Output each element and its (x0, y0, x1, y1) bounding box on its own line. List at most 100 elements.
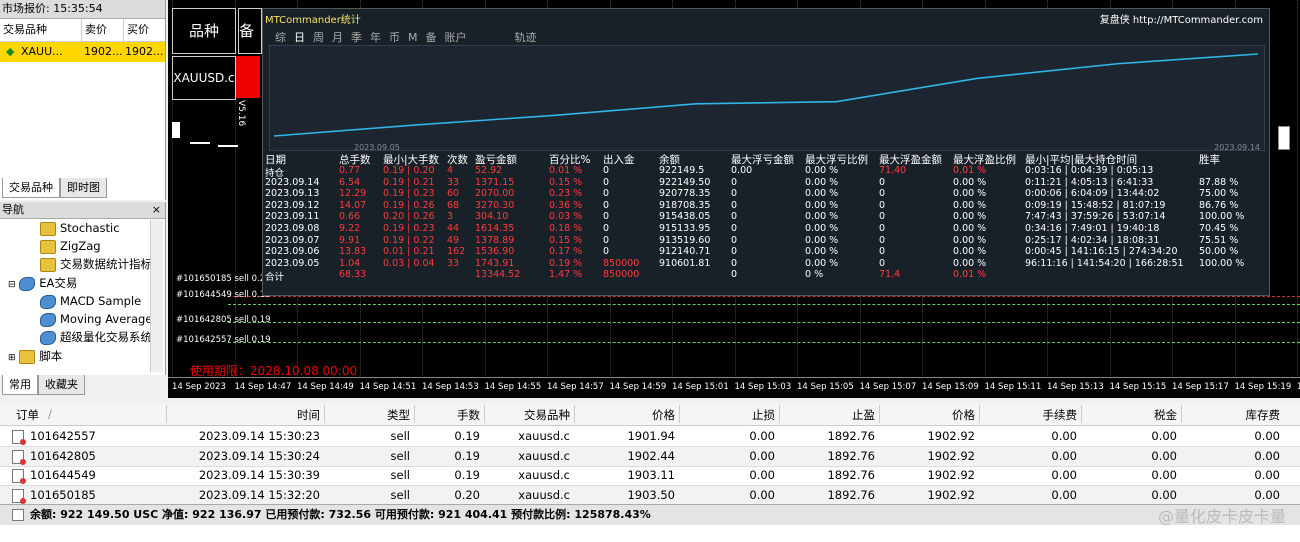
navigator-scrollbar[interactable] (150, 220, 163, 372)
ea-icon (40, 330, 56, 345)
market-watch-tabs: 交易品种 即时图 (0, 178, 165, 198)
nav-item-scripts-folder[interactable]: ⊞ 脚本 (8, 347, 62, 365)
orders-col-2[interactable]: 类型 (387, 407, 410, 423)
time-tick: 14 Sep 14:51 (359, 382, 417, 392)
col-separator[interactable] (679, 405, 680, 423)
order-row[interactable]: 101650185 2023.09.14 15:32:20 sell 0.20 xauu… (0, 485, 1300, 506)
stats-tab-8[interactable]: 备 (426, 31, 437, 44)
order-cell: xauusd.c (518, 448, 570, 463)
stats-cell: 0:03:16 | 0:04:39 | 0:05:13 (1025, 165, 1154, 176)
stats-cell: 0.00 % (953, 199, 987, 211)
orders-col-6[interactable]: 止损 (752, 407, 775, 423)
nav-item-stats-indicator[interactable]: 交易数据统计指标 (40, 255, 152, 273)
orders-col-8[interactable]: 价格 (952, 407, 975, 423)
time-tick: 14 Sep 14:53 (422, 382, 479, 392)
order-row[interactable]: 101644549 2023.09.14 15:30:39 sell 0.19 xauu… (0, 466, 1300, 486)
stats-tab-2[interactable]: 周 (313, 31, 324, 44)
stats-cell: 0.15 % (549, 234, 583, 246)
orders-col-5[interactable]: 价格 (652, 407, 675, 423)
col-separator[interactable] (1181, 405, 1182, 423)
order-row[interactable]: 101642557 2023.09.14 15:30:23 sell 0.19 xauu… (0, 427, 1300, 447)
balance-curve-plot: 2023.09.05 2023.09.14 (269, 45, 1265, 152)
stats-tab-7[interactable]: M (408, 31, 418, 44)
col-separator[interactable] (779, 405, 780, 423)
orders-col-3[interactable]: 手数 (457, 407, 480, 423)
order-cell: 2023.09.14 15:30:23 (198, 429, 320, 443)
orders-col-1[interactable]: 时间 (297, 407, 320, 423)
col-ask[interactable]: 买价 (124, 19, 165, 41)
stats-tab-0[interactable]: 综 (275, 31, 286, 44)
collapse-icon: ⊟ (8, 280, 16, 290)
stats-tab-9[interactable]: 账户 (445, 31, 467, 44)
stats-cell: 14.07 (339, 199, 367, 211)
col-separator[interactable] (166, 405, 167, 423)
col-separator[interactable] (879, 405, 880, 423)
stats-tab-4[interactable]: 季 (351, 31, 362, 44)
market-watch-panel: 市场报价: 15:35:54 交易品种 卖价 买价 ◆ XAUU... 1902… (0, 0, 166, 200)
stats-cell: 850000 (603, 269, 640, 281)
stats-cell: 0 (879, 188, 886, 200)
col-separator[interactable] (484, 405, 485, 423)
stats-cell: 12.29 (339, 188, 367, 200)
col-separator[interactable] (414, 405, 415, 423)
nav-item-moving-average[interactable]: Moving Average (40, 310, 152, 328)
order-label: #101642805 sell 0.19 (176, 315, 271, 325)
stats-cell: 0 (879, 211, 886, 223)
orders-col-7[interactable]: 止盈 (852, 407, 875, 423)
stats-tab-10[interactable]: 轨迹 (515, 31, 537, 44)
stats-cell: 0:25:17 | 4:02:34 | 18:08:31 (1025, 234, 1160, 246)
tab-common[interactable]: 常用 (2, 375, 38, 395)
stats-cell: 920778.35 (659, 188, 711, 200)
stats-cell: 0.19 | 0.20 (383, 165, 435, 176)
orders-col-10[interactable]: 税金 (1154, 407, 1177, 423)
symbol-button[interactable]: 品种 (172, 8, 236, 54)
stats-tab-3[interactable]: 月 (332, 31, 343, 44)
stats-cell: 1.47 % (549, 269, 583, 281)
col-separator[interactable] (324, 405, 325, 423)
col-separator[interactable] (574, 405, 575, 423)
market-watch-row[interactable]: ◆ XAUU... 1902... 1902... (0, 42, 165, 62)
stats-brand[interactable]: 复盘侠 http://MTCommander.com (1100, 11, 1263, 26)
stats-tab-5[interactable]: 年 (370, 31, 381, 44)
indicator-icon (40, 221, 56, 236)
orders-col-9[interactable]: 手续费 (1043, 407, 1078, 423)
tab-symbols[interactable]: 交易品种 (2, 178, 60, 198)
stats-cell: 850000 (603, 257, 640, 269)
nav-item-macd-sample[interactable]: MACD Sample (40, 292, 141, 310)
close-icon[interactable]: × (152, 203, 161, 216)
stats-tab-6[interactable]: 币 (389, 31, 400, 44)
tab-tick-chart[interactable]: 即时图 (60, 178, 107, 198)
balance-icon (12, 509, 24, 521)
backup-button[interactable]: 备 (238, 8, 262, 54)
orders-col-0[interactable]: 订单 (16, 407, 39, 423)
nav-item-ea-folder[interactable]: ⊟ EA交易 (8, 274, 77, 292)
nav-item-super-quant[interactable]: 超级量化交易系统 (40, 328, 152, 346)
stats-col-header: 胜率 (1199, 154, 1220, 166)
order-line (228, 322, 1300, 323)
stats-cell: 0 (731, 269, 738, 281)
orders-col-11[interactable]: 库存费 (1246, 407, 1281, 423)
tab-favorites[interactable]: 收藏夹 (38, 375, 85, 395)
nav-item-zigzag[interactable]: ZigZag (40, 237, 101, 255)
col-separator[interactable] (979, 405, 980, 423)
col-separator[interactable] (1081, 405, 1082, 423)
order-cell: sell (390, 429, 410, 443)
nav-item-stochastic[interactable]: Stochastic (40, 219, 120, 237)
orders-col-4[interactable]: 交易品种 (524, 407, 570, 423)
col-bid[interactable]: 卖价 (82, 19, 124, 41)
stats-cell: 0 (879, 223, 886, 234)
order-icon (12, 449, 26, 465)
stats-cell: 0.18 % (549, 223, 583, 234)
order-cell: 0.00 (1051, 448, 1077, 463)
order-cell: 101644549 (30, 468, 96, 482)
order-cell: 1892.76 (827, 468, 875, 482)
stats-cell: 13.83 (339, 246, 367, 258)
stats-tab-1[interactable]: 日 (294, 31, 305, 44)
stats-cell: 0.20 | 0.26 (383, 211, 435, 223)
col-symbol[interactable]: 交易品种 (0, 19, 82, 41)
order-row[interactable]: 101642805 2023.09.14 15:30:24 sell 0.19 xauu… (0, 446, 1300, 467)
stats-cell: 0.00 % (805, 165, 839, 176)
time-tick: 14 Sep 15:15 (1109, 382, 1167, 392)
order-label: #101644549 sell 0.19 (176, 290, 271, 300)
order-cell: 0.00 (1051, 487, 1077, 502)
